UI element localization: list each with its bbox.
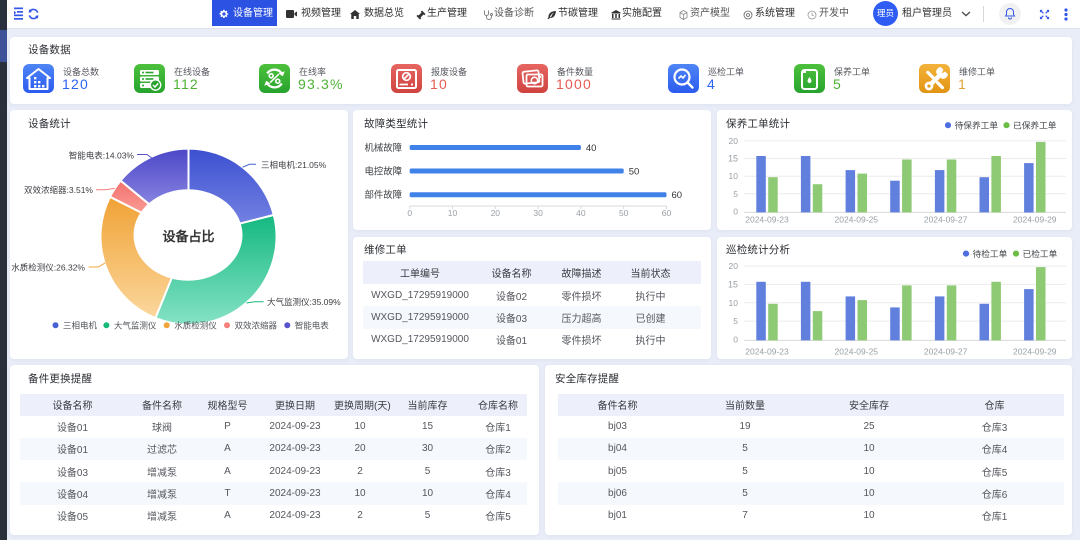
svg-text:已检工单: 已检工单 bbox=[1023, 248, 1058, 259]
svg-text:2024-09-23: 2024-09-23 bbox=[745, 346, 789, 356]
svg-text:10: 10 bbox=[729, 298, 739, 308]
svg-text:20: 20 bbox=[729, 261, 739, 271]
svg-text:待检工单: 待检工单 bbox=[973, 248, 1008, 259]
svg-text:2024-09-29: 2024-09-29 bbox=[1013, 346, 1057, 356]
svg-text:15: 15 bbox=[728, 279, 738, 289]
svg-text:0: 0 bbox=[733, 334, 738, 344]
svg-text:2024-09-25: 2024-09-25 bbox=[835, 346, 879, 356]
svg-text:5: 5 bbox=[733, 316, 738, 326]
svg-text:2024-09-27: 2024-09-27 bbox=[924, 346, 968, 356]
